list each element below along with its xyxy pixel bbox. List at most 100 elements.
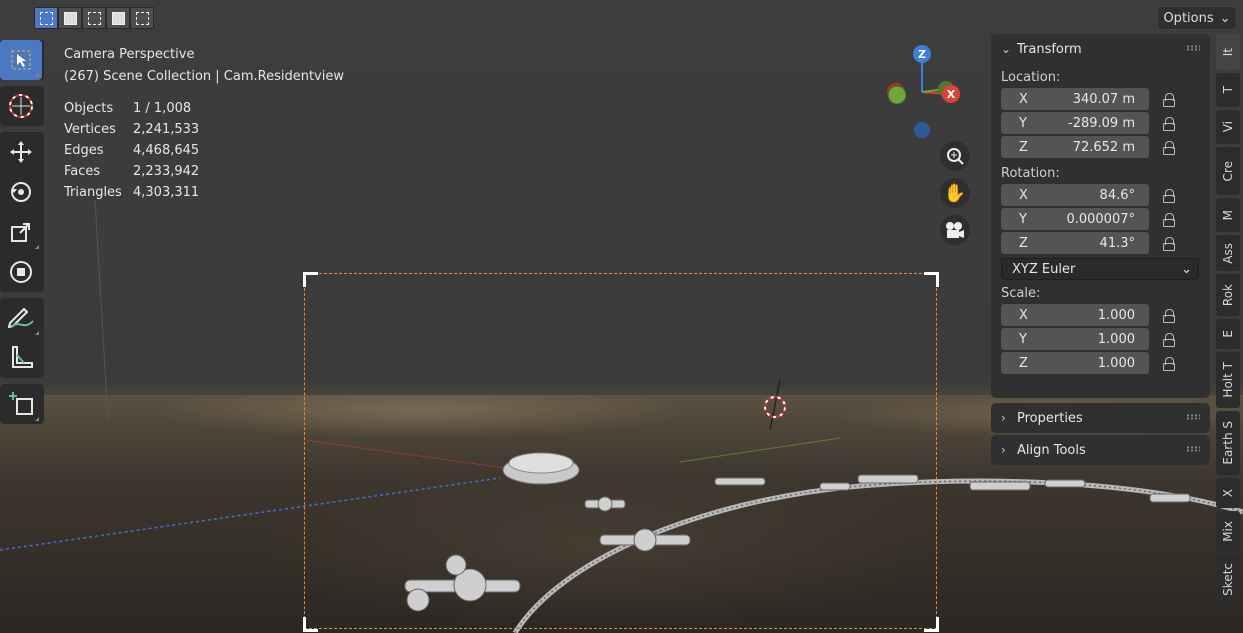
tool-shelf [0,40,44,430]
zoom-button[interactable] [940,141,970,171]
transform-icon [10,261,32,283]
align-tools-panel-header[interactable]: › Align Tools [991,435,1210,465]
options-label: Options [1163,10,1214,26]
measure-icon [12,346,33,368]
tab-create[interactable]: Cre [1216,147,1240,195]
transform-tool[interactable] [0,252,42,292]
gizmo-z-label: Z [918,48,926,61]
stat-row: Triangles 4,303,311 [64,185,200,200]
move-icon [10,141,32,163]
camera-frame-corner [924,617,939,632]
select-invert-mode-button[interactable] [106,7,130,29]
unlock-icon[interactable] [1161,141,1177,155]
annotate-icon [7,307,34,329]
drag-grip-icon[interactable] [1186,414,1200,420]
rotation-z-field[interactable]: Z 41.3° [1001,232,1149,254]
location-y-field[interactable]: Y -289.09 m [1001,112,1149,134]
camera-frame-corner [303,617,318,632]
collection-info: (267) Scene Collection | Cam.Residentvie… [64,69,344,84]
pan-button[interactable]: ✋ [940,178,970,208]
select-extend-mode-button[interactable] [58,7,82,29]
scale-x-field[interactable]: X 1.000 [1001,304,1149,326]
rotate-tool[interactable] [0,172,42,212]
tab-m[interactable]: M [1216,198,1240,232]
tab-x[interactable]: X [1216,478,1240,508]
sidebar-tabs: It T Vi Cre M Ass Rok E Holt T Earth S X… [1216,34,1243,607]
stat-row: Vertices 2,241,533 [64,122,200,137]
wire-line [94,199,109,421]
measure-tool[interactable] [0,338,42,378]
tab-earth-s[interactable]: Earth S [1216,411,1240,475]
rotation-y-row: Y 0.000007° [1001,208,1210,232]
viewport-header: Options ⌄ [0,0,1243,34]
scale-icon [11,223,30,242]
unlock-icon[interactable] [1161,333,1177,347]
scale-y-row: Y 1.000 [1001,328,1210,352]
chevron-right-icon: › [1001,411,1006,425]
unlock-icon[interactable] [1161,309,1177,323]
select-box-icon [11,50,31,70]
move-tool[interactable] [0,132,42,172]
select-intersect-mode-button[interactable] [130,7,154,29]
annotate-tool[interactable] [0,298,42,338]
tab-mix[interactable]: Mix [1216,511,1240,551]
tab-tool[interactable]: T [1216,73,1240,107]
options-dropdown[interactable]: Options ⌄ [1157,6,1237,30]
drag-grip-icon[interactable] [1186,446,1200,452]
location-x-row: X 340.07 m [1001,88,1210,112]
cursor-tool[interactable] [0,86,42,126]
rotation-x-row: X 84.6° [1001,184,1210,208]
stat-row: Edges 4,468,645 [64,143,200,158]
rotation-label: Rotation: [1001,166,1060,181]
tab-holt-tools[interactable]: Holt T [1216,352,1240,408]
camera-frame-corner [924,272,939,287]
location-label: Location: [1001,70,1061,85]
scale-tool[interactable] [0,212,42,252]
unlock-icon[interactable] [1161,117,1177,131]
rotation-y-field[interactable]: Y 0.000007° [1001,208,1149,230]
hand-icon: ✋ [943,182,967,204]
drag-grip-icon[interactable] [1186,45,1200,51]
scale-z-field[interactable]: Z 1.000 [1001,352,1149,374]
select-box-tool[interactable] [0,40,42,80]
unlock-icon[interactable] [1161,189,1177,203]
properties-panel-header[interactable]: › Properties [991,403,1210,433]
add-cube-icon [9,392,33,415]
camera-frame-corner [303,272,318,287]
tab-view[interactable]: Vi [1216,110,1240,144]
add-cube-tool[interactable] [0,384,42,424]
chevron-down-icon: ⌄ [1219,10,1231,26]
scale-y-field[interactable]: Y 1.000 [1001,328,1149,350]
unlock-icon[interactable] [1161,357,1177,371]
align-tools-panel: › Align Tools [991,435,1210,465]
tab-item[interactable]: It [1216,34,1240,70]
unlock-icon[interactable] [1161,213,1177,227]
unlock-icon[interactable] [1161,237,1177,251]
tab-rok[interactable]: Rok [1216,274,1240,316]
transform-title: Transform [1017,41,1082,57]
selection-mode-group [34,7,154,29]
tab-sketch[interactable]: Sketc [1216,554,1240,604]
rotation-x-field[interactable]: X 84.6° [1001,184,1149,206]
location-x-field[interactable]: X 340.07 m [1001,88,1149,110]
camera-icon [946,222,964,238]
chevron-down-icon: ⌄ [1181,261,1192,277]
location-y-row: Y -289.09 m [1001,112,1210,136]
chevron-down-icon: ⌄ [1001,42,1012,56]
transform-panel-header[interactable]: ⌄ Transform [991,34,1210,64]
tab-e[interactable]: E [1216,319,1240,349]
scale-x-row: X 1.000 [1001,304,1210,328]
camera-view-button[interactable] [940,215,970,245]
gizmo-z-neg[interactable] [914,122,930,138]
location-z-field[interactable]: Z 72.652 m [1001,136,1149,158]
view-name: Camera Perspective [64,47,195,62]
navigation-gizmo[interactable]: Z X [880,40,970,140]
select-new-mode-button[interactable] [34,7,58,29]
unlock-icon[interactable] [1161,93,1177,107]
tab-assets[interactable]: Ass [1216,235,1240,271]
rotation-mode-dropdown[interactable]: XYZ Euler ⌄ [1001,258,1199,280]
sidebar-panel: ⌄ Transform Location: X 340.07 m Y -289.09… [991,34,1210,465]
gizmo-y-pos[interactable] [887,85,907,105]
select-subtract-mode-button[interactable] [82,7,106,29]
zoom-icon [947,148,964,165]
